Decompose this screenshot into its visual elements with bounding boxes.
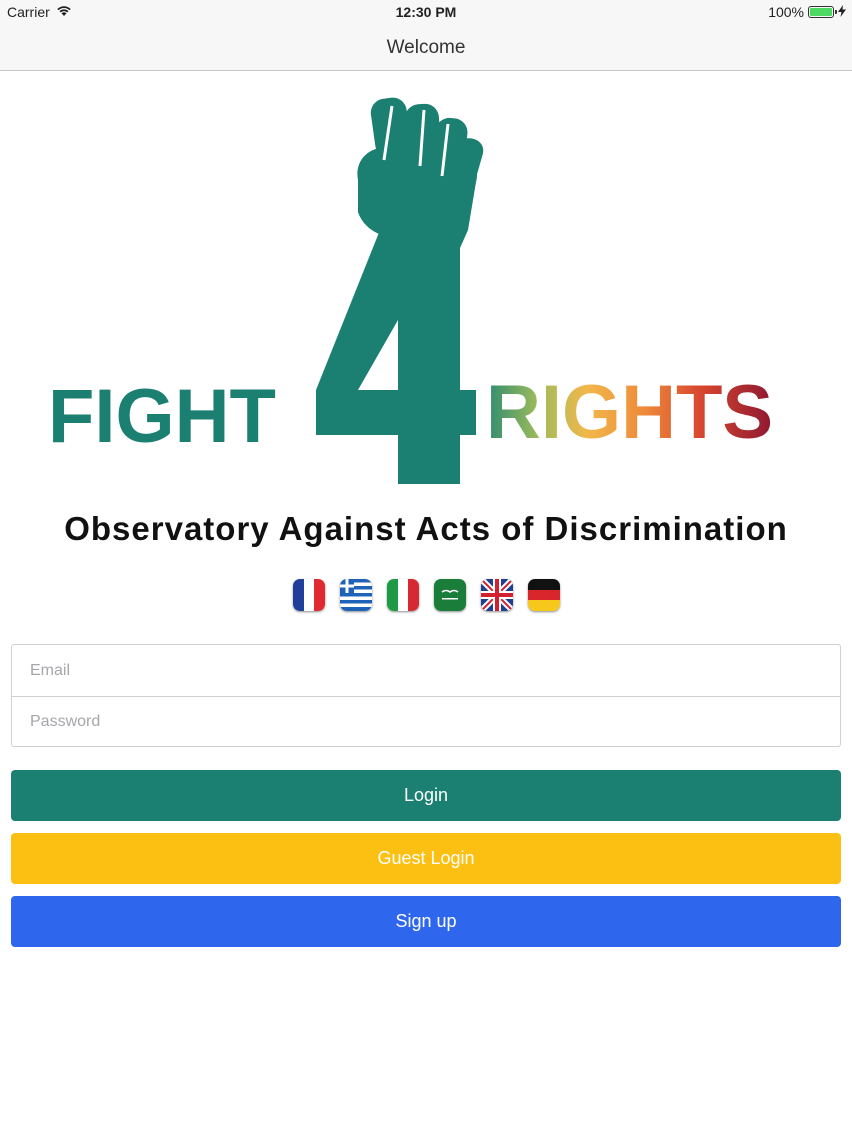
flag-germany-icon[interactable]: [528, 579, 560, 611]
tagline: Observatory Against Acts of Discriminati…: [64, 510, 788, 547]
flag-uk-icon[interactable]: [481, 579, 513, 611]
password-field[interactable]: [30, 713, 840, 731]
battery-icon: [808, 6, 837, 18]
bolt-icon: [838, 4, 846, 20]
flag-saudi-arabia-icon[interactable]: [434, 579, 466, 611]
language-selector: [293, 579, 560, 611]
guest-login-button[interactable]: Guest Login: [11, 833, 841, 884]
clock: 12:30 PM: [395, 4, 457, 20]
flag-italy-icon[interactable]: [387, 579, 419, 611]
sign-up-button[interactable]: Sign up: [11, 896, 841, 947]
flag-greece-icon[interactable]: [340, 579, 372, 611]
battery-percent: 100%: [768, 4, 804, 20]
page-title: Welcome: [386, 37, 466, 58]
navigation-bar: Welcome: [0, 24, 852, 71]
raised-fist-icon: [316, 97, 484, 484]
battery-group: 100%: [768, 4, 846, 20]
status-bar: Carrier 12:30 PM 100%: [0, 0, 852, 24]
login-button[interactable]: Login: [11, 770, 841, 821]
login-form: [11, 644, 841, 747]
logo-fight-text: FIGHT: [48, 374, 276, 459]
logo-rights-text: RIGHTS: [486, 370, 773, 455]
fight4rights-logo: FIGHT RIGHTS: [40, 90, 820, 500]
email-row: [12, 645, 840, 696]
password-row: [12, 696, 840, 747]
flag-france-icon[interactable]: [293, 579, 325, 611]
email-field[interactable]: [30, 661, 840, 680]
